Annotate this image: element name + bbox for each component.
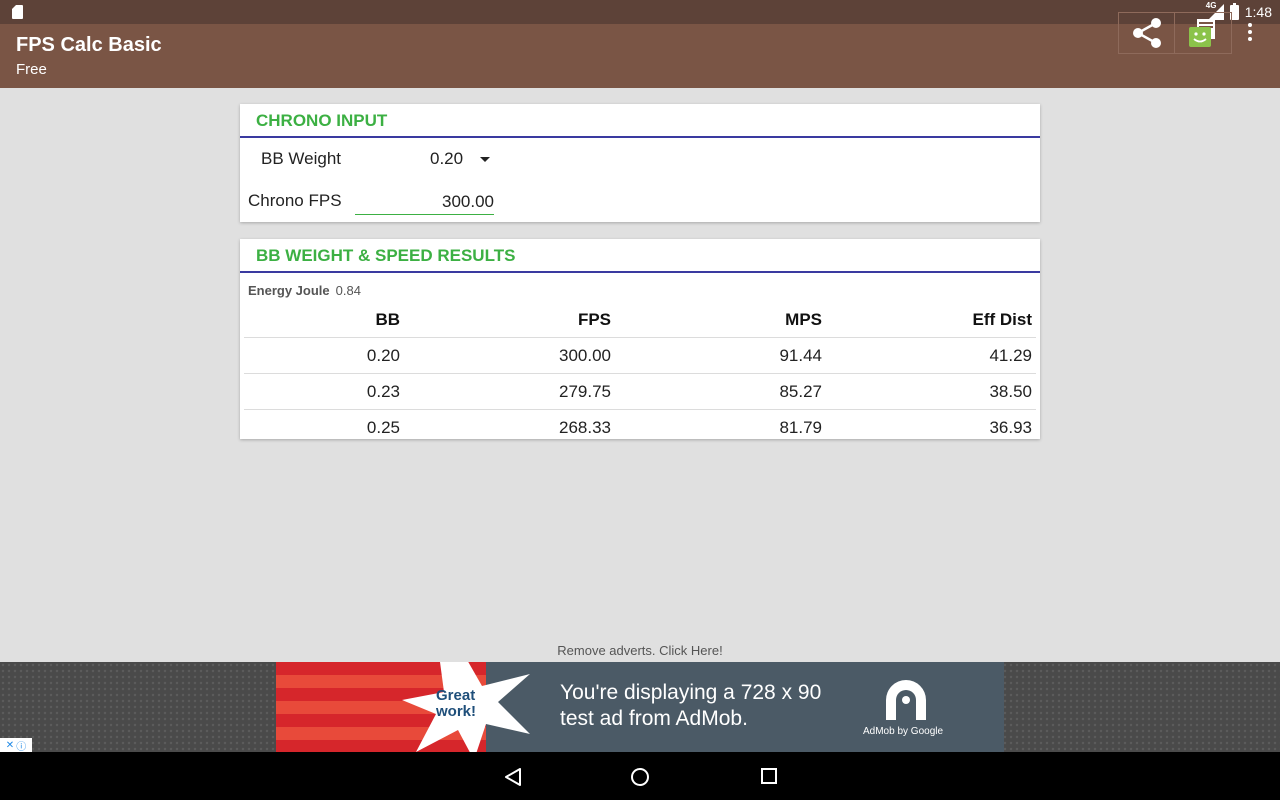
results-header: BB WEIGHT & SPEED RESULTS bbox=[240, 239, 1040, 273]
remove-ads-link[interactable]: Remove adverts. Click Here! bbox=[0, 643, 1280, 658]
chrono-fps-label: Chrono FPS bbox=[248, 191, 342, 210]
column-header-bb: BB bbox=[375, 310, 400, 329]
column-header-fps: FPS bbox=[577, 310, 611, 329]
back-icon[interactable] bbox=[504, 768, 522, 786]
cell-eff-dist: 41.29 bbox=[826, 337, 1036, 374]
bb-weight-label: BB Weight bbox=[261, 149, 342, 168]
info-icon: ⓘ bbox=[16, 741, 27, 753]
table-row: 0.25 268.33 81.79 36.93 bbox=[244, 409, 1036, 445]
column-header-eff-dist: Eff Dist bbox=[972, 310, 1033, 329]
table-header-row: BB FPS MPS Eff Dist bbox=[244, 303, 1036, 338]
chrono-input-card: CHRONO INPUT BB Weight 0.20 Chrono FPS bbox=[240, 104, 1040, 222]
navigation-bar bbox=[0, 752, 1280, 800]
home-icon[interactable] bbox=[630, 767, 650, 787]
cell-bb: 0.23 bbox=[244, 373, 404, 410]
chrono-input-header: CHRONO INPUT bbox=[240, 104, 1040, 138]
cell-fps: 300.00 bbox=[404, 337, 615, 374]
android-store-icon bbox=[1189, 19, 1215, 47]
cell-mps: 81.79 bbox=[615, 409, 826, 445]
cell-bb: 0.25 bbox=[244, 409, 404, 445]
recent-apps-icon[interactable] bbox=[761, 768, 777, 784]
bb-weight-spinner[interactable]: 0.20 bbox=[430, 149, 490, 171]
cell-fps: 279.75 bbox=[404, 373, 615, 410]
ad-banner[interactable]: Great work! You're displaying a 728 x 90… bbox=[276, 662, 1004, 752]
close-icon: ✕ bbox=[5, 739, 15, 751]
admob-brand-text: AdMob by Google bbox=[863, 726, 944, 737]
results-card: BB WEIGHT & SPEED RESULTS Energy Joule 0.… bbox=[240, 239, 1040, 445]
overflow-menu-icon bbox=[1248, 23, 1252, 27]
store-button[interactable] bbox=[1174, 12, 1232, 54]
energy-value: 0.84 bbox=[335, 283, 361, 298]
admob-logo-icon bbox=[886, 680, 926, 720]
overflow-menu-button[interactable] bbox=[1238, 20, 1262, 44]
results-table: BB FPS MPS Eff Dist 0.20 300.00 91.44 41… bbox=[244, 303, 1036, 445]
share-icon bbox=[1133, 18, 1161, 48]
app-bar: FPS Calc Basic Free bbox=[0, 24, 1280, 88]
share-button[interactable] bbox=[1118, 12, 1175, 54]
cell-mps: 91.44 bbox=[615, 337, 826, 374]
bb-weight-value: 0.20 bbox=[430, 149, 464, 168]
clock: 1:48 bbox=[1244, 4, 1272, 20]
cell-fps: 268.33 bbox=[404, 409, 615, 445]
app-title: FPS Calc Basic bbox=[16, 34, 162, 56]
table-row: 0.20 300.00 91.44 41.29 bbox=[244, 337, 1036, 374]
cell-bb: 0.20 bbox=[244, 337, 404, 374]
cell-eff-dist: 36.93 bbox=[826, 409, 1036, 445]
energy-label: Energy Joule bbox=[248, 283, 330, 298]
sd-card-icon bbox=[12, 5, 23, 19]
energy-readout: Energy Joule 0.84 bbox=[248, 283, 361, 298]
app-subtitle: Free bbox=[16, 61, 47, 78]
ad-badge-text: Great work! bbox=[436, 687, 477, 720]
network-type-label: 4G bbox=[1205, 1, 1217, 10]
cell-eff-dist: 38.50 bbox=[826, 373, 1036, 410]
chrono-fps-input[interactable] bbox=[355, 190, 494, 215]
column-header-mps: MPS bbox=[785, 310, 822, 329]
cell-mps: 85.27 bbox=[615, 373, 826, 410]
adchoices-button[interactable]: ✕ ⓘ bbox=[0, 738, 32, 753]
status-bar: 4G 1:48 bbox=[0, 0, 1280, 24]
table-row: 0.23 279.75 85.27 38.50 bbox=[244, 373, 1036, 410]
dropdown-arrow-icon bbox=[480, 157, 490, 162]
ad-message: You're displaying a 728 x 90 test ad fro… bbox=[560, 681, 822, 730]
